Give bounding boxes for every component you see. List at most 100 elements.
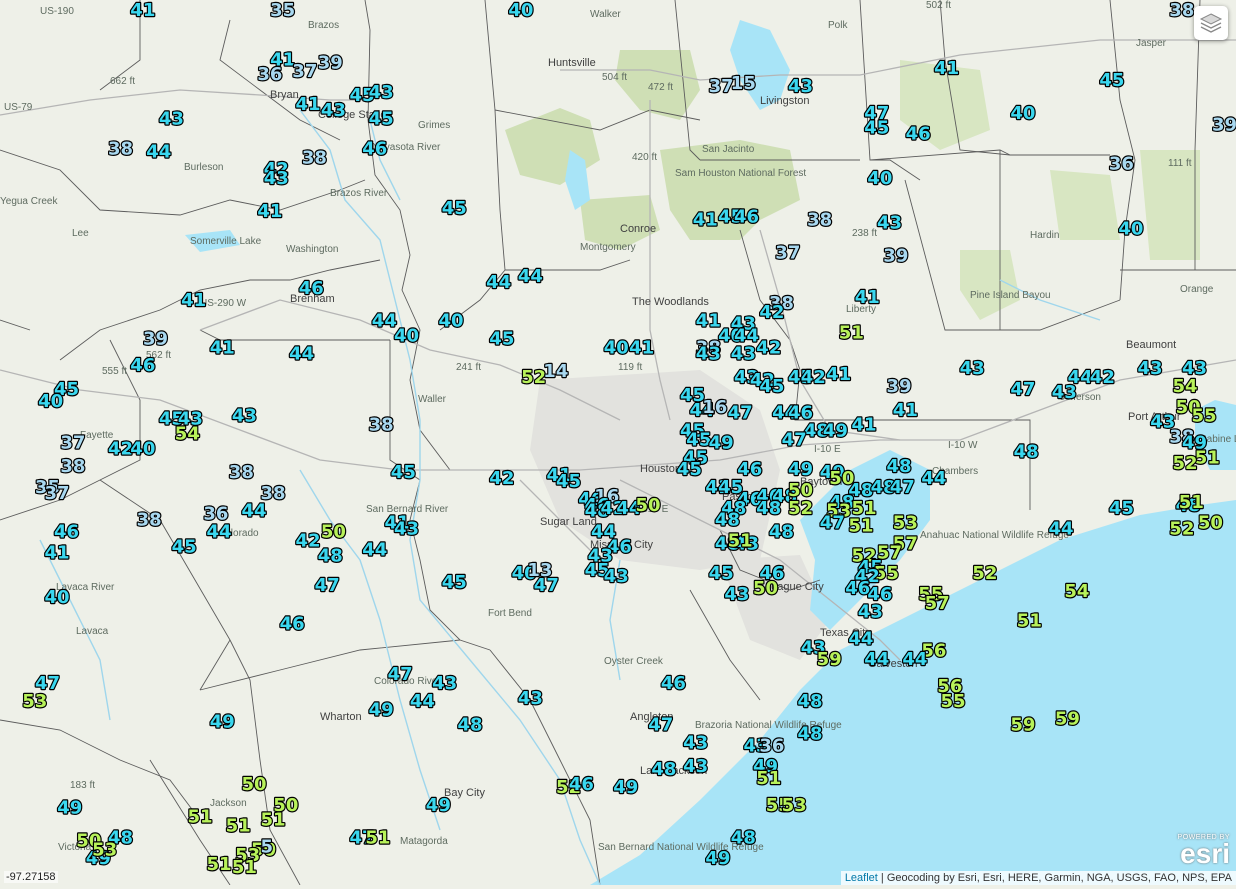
temperature-station-label[interactable]: 43 — [231, 405, 258, 428]
temperature-station-label[interactable]: 37 — [43, 482, 70, 505]
temperature-station-label[interactable]: 49 — [704, 847, 731, 870]
temperature-station-label[interactable]: 59 — [1054, 707, 1081, 730]
temperature-station-label[interactable]: 38 — [806, 208, 833, 231]
temperature-station-label[interactable]: 45 — [707, 562, 734, 585]
temperature-station-label[interactable]: 40 — [393, 324, 420, 347]
temperature-station-label[interactable]: 38 — [59, 455, 86, 478]
temperature-station-label[interactable]: 51 — [1193, 446, 1220, 469]
temperature-station-label[interactable]: 46 — [298, 277, 325, 300]
temperature-station-label[interactable]: 43 — [958, 357, 985, 380]
temperature-station-label[interactable]: 44 — [517, 265, 544, 288]
temperature-station-label[interactable]: 45 — [1108, 497, 1135, 520]
temperature-station-label[interactable]: 52 — [1171, 452, 1198, 475]
temperature-station-label[interactable]: 47 — [386, 663, 413, 686]
temperature-station-label[interactable]: 38 — [228, 461, 255, 484]
temperature-station-label[interactable]: 44 — [361, 538, 388, 561]
temperature-station-label[interactable]: 42 — [488, 467, 515, 490]
temperature-station-label[interactable]: 54 — [1063, 580, 1090, 603]
temperature-station-label[interactable]: 46 — [278, 612, 305, 635]
temperature-station-label[interactable]: 40 — [437, 310, 464, 333]
temperature-station-label[interactable]: 43 — [695, 342, 722, 365]
temperature-station-label[interactable]: 43 — [1136, 357, 1163, 380]
temperature-station-label[interactable]: 43 — [723, 583, 750, 606]
temperature-station-label[interactable]: 41 — [256, 200, 283, 223]
temperature-station-label[interactable]: 44 — [485, 271, 512, 294]
temperature-station-label[interactable]: 48 — [796, 722, 823, 745]
temperature-station-label[interactable]: 41 — [294, 93, 321, 116]
temperature-station-label[interactable]: 39 — [1211, 113, 1236, 136]
map-canvas[interactable]: Brazos Grimes Walker Polk San Jacinto Sa… — [0, 0, 1236, 886]
temperature-station-label[interactable]: 59 — [1009, 713, 1036, 736]
temperature-station-label[interactable]: 5 — [259, 835, 274, 858]
temperature-station-label[interactable]: 43 — [682, 731, 709, 754]
temperature-station-label[interactable]: 44 — [920, 467, 947, 490]
temperature-station-label[interactable]: 50 — [634, 494, 661, 517]
temperature-station-label[interactable]: 37 — [291, 60, 318, 83]
temperature-station-label[interactable]: 45 — [863, 116, 890, 139]
temperature-station-label[interactable]: 51 — [838, 321, 865, 344]
temperature-station-label[interactable]: 53 — [91, 838, 118, 861]
temperature-station-label[interactable]: 50 — [320, 520, 347, 543]
temperature-station-label[interactable]: 46 — [361, 137, 388, 160]
temperature-station-label[interactable]: 44 — [240, 500, 267, 523]
temperature-station-label[interactable]: 51 — [224, 814, 251, 837]
temperature-station-label[interactable]: 38 — [107, 137, 134, 160]
temperature-station-label[interactable]: 41 — [180, 289, 207, 312]
temperature-station-label[interactable]: 40 — [507, 0, 534, 22]
temperature-station-label[interactable]: 41 — [695, 310, 722, 333]
temperature-station-label[interactable]: 44 — [863, 648, 890, 671]
temperature-station-label[interactable]: 48 — [1012, 440, 1039, 463]
temperature-station-label[interactable]: 41 — [43, 541, 70, 564]
temperature-station-label[interactable]: 46 — [568, 773, 595, 796]
temperature-station-label[interactable]: 53 — [21, 690, 48, 713]
temperature-station-label[interactable]: 53 — [892, 511, 919, 534]
temperature-station-label[interactable]: 39 — [142, 327, 169, 350]
temperature-station-label[interactable]: 42 — [755, 336, 782, 359]
temperature-station-label[interactable]: 40 — [1009, 102, 1036, 125]
temperature-station-label[interactable]: 45 — [758, 375, 785, 398]
temperature-station-label[interactable]: 46 — [733, 205, 760, 228]
temperature-station-label[interactable]: 39 — [882, 244, 909, 267]
temperature-station-label[interactable]: 40 — [37, 390, 64, 413]
temperature-station-label[interactable]: 51 — [205, 853, 232, 876]
temperature-station-label[interactable]: 42 — [800, 366, 827, 389]
temperature-station-label[interactable]: 59 — [815, 648, 842, 671]
temperature-station-label[interactable]: 36 — [1108, 152, 1135, 175]
temperature-station-label[interactable]: 37 — [774, 241, 801, 264]
temperature-station-label[interactable]: 43 — [367, 81, 394, 104]
temperature-station-label[interactable]: 51 — [231, 856, 258, 879]
temperature-station-label[interactable]: 43 — [603, 565, 630, 588]
temperature-station-label[interactable]: 47 — [313, 574, 340, 597]
temperature-station-label[interactable]: 43 — [787, 75, 814, 98]
temperature-station-label[interactable]: 43 — [320, 99, 347, 122]
temperature-station-label[interactable]: 48 — [650, 758, 677, 781]
temperature-station-label[interactable]: 45 — [555, 470, 582, 493]
temperature-station-label[interactable]: 41 — [825, 363, 852, 386]
temperature-station-label[interactable]: 46 — [660, 672, 687, 695]
temperature-station-label[interactable]: 47 — [889, 476, 916, 499]
temperature-station-label[interactable]: 51 — [1178, 491, 1205, 514]
temperature-station-label[interactable]: 44 — [409, 690, 436, 713]
temperature-station-label[interactable]: 48 — [755, 497, 782, 520]
temperature-station-label[interactable]: 41 — [854, 286, 881, 309]
temperature-station-label[interactable]: 38 — [1168, 0, 1195, 22]
temperature-station-label[interactable]: 40 — [43, 586, 70, 609]
temperature-station-label[interactable]: 51 — [1016, 609, 1043, 632]
temperature-station-label[interactable]: 43 — [263, 167, 290, 190]
temperature-station-label[interactable]: 45 — [1098, 69, 1125, 92]
temperature-station-label[interactable]: 45 — [676, 458, 703, 481]
temperature-station-label[interactable]: 51 — [847, 514, 874, 537]
temperature-station-label[interactable]: 39 — [317, 51, 344, 74]
temperature-station-label[interactable]: 48 — [768, 520, 795, 543]
temperature-station-label[interactable]: 46 — [129, 354, 156, 377]
temperature-station-label[interactable]: 45 — [488, 327, 515, 350]
temperature-station-label[interactable]: 49 — [787, 458, 814, 481]
temperature-station-label[interactable]: 40 — [1117, 217, 1144, 240]
temperature-station-label[interactable]: 44 — [847, 627, 874, 650]
temperature-station-label[interactable]: 36 — [256, 63, 283, 86]
temperature-station-label[interactable]: 44 — [1047, 517, 1074, 540]
layers-control-button[interactable] — [1194, 6, 1228, 40]
temperature-station-label[interactable]: 43 — [393, 517, 420, 540]
temperature-station-label[interactable]: 49 — [822, 419, 849, 442]
temperature-station-label[interactable]: 47 — [1009, 378, 1036, 401]
